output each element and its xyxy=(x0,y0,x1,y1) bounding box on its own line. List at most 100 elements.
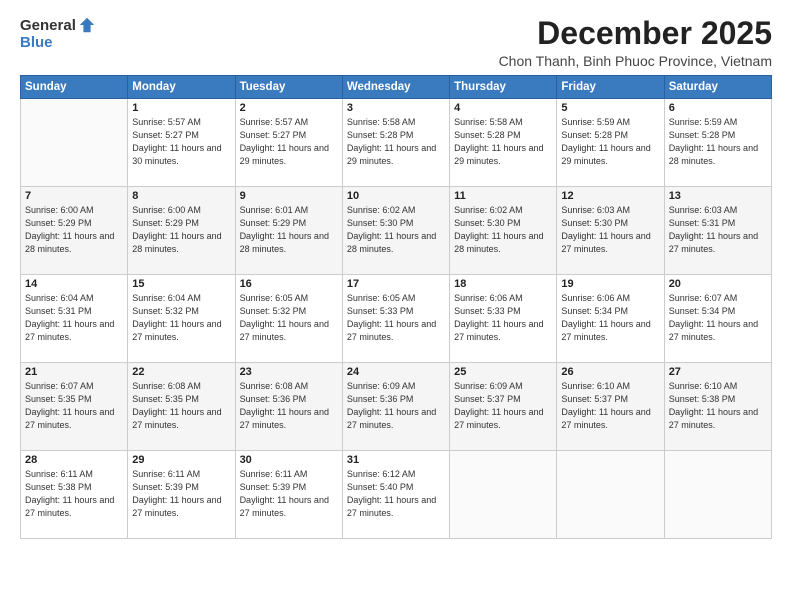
cell-3-6: 27 Sunrise: 6:10 AM Sunset: 5:38 PM Dayli… xyxy=(664,363,771,451)
day-info-9: Sunrise: 6:01 AM Sunset: 5:29 PM Dayligh… xyxy=(240,204,338,256)
cell-0-2: 2 Sunrise: 5:57 AM Sunset: 5:27 PM Daylig… xyxy=(235,99,342,187)
cell-1-5: 12Sunrise: 6:03 AM Sunset: 5:30 PM Dayli… xyxy=(557,187,664,275)
day-num-12: 12 xyxy=(561,190,659,202)
cell-2-2: 16 Sunrise: 6:05 AM Sunset: 5:32 PM Dayli… xyxy=(235,275,342,363)
cell-1-2: 9 Sunrise: 6:01 AM Sunset: 5:29 PM Daylig… xyxy=(235,187,342,275)
day-num-29: 29 xyxy=(132,454,230,466)
day-num-8: 8 xyxy=(132,190,230,202)
week-row-0: 1 Sunrise: 5:57 AM Sunset: 5:27 PM Daylig… xyxy=(21,99,772,187)
day-info-26: Sunrise: 6:10 AM Sunset: 5:37 PM Dayligh… xyxy=(561,380,659,432)
day-num-19: 19 xyxy=(561,278,659,290)
day-num-27: 27 xyxy=(669,366,767,378)
day-num-3: 3 xyxy=(347,102,445,114)
logo-icon xyxy=(78,16,96,34)
col-friday: Friday xyxy=(557,76,664,99)
calendar-header-row: Sunday Monday Tuesday Wednesday Thursday… xyxy=(21,76,772,99)
cell-2-4: 18 Sunrise: 6:06 AM Sunset: 5:33 PM Dayli… xyxy=(450,275,557,363)
day-num-13: 13 xyxy=(669,190,767,202)
cell-0-3: 3 Sunrise: 5:58 AM Sunset: 5:28 PM Daylig… xyxy=(342,99,449,187)
subtitle: Chon Thanh, Binh Phuoc Province, Vietnam xyxy=(499,53,772,69)
week-row-1: 7Sunrise: 6:00 AM Sunset: 5:29 PM Daylig… xyxy=(21,187,772,275)
logo: General Blue xyxy=(20,16,96,51)
day-info-16: Sunrise: 6:05 AM Sunset: 5:32 PM Dayligh… xyxy=(240,292,338,344)
day-num-6: 6 xyxy=(669,102,767,114)
day-num-20: 20 xyxy=(669,278,767,290)
col-saturday: Saturday xyxy=(664,76,771,99)
week-row-4: 28 Sunrise: 6:11 AM Sunset: 5:38 PM Dayli… xyxy=(21,451,772,539)
cell-3-2: 23Sunrise: 6:08 AM Sunset: 5:36 PM Dayli… xyxy=(235,363,342,451)
cell-1-4: 11Sunrise: 6:02 AM Sunset: 5:30 PM Dayli… xyxy=(450,187,557,275)
cell-0-0 xyxy=(21,99,128,187)
logo-blue: Blue xyxy=(20,34,53,51)
cell-1-3: 10 Sunrise: 6:02 AM Sunset: 5:30 PM Dayli… xyxy=(342,187,449,275)
cell-4-2: 30Sunrise: 6:11 AM Sunset: 5:39 PM Dayli… xyxy=(235,451,342,539)
day-info-28: Sunrise: 6:11 AM Sunset: 5:38 PM Dayligh… xyxy=(25,468,123,520)
day-num-9: 9 xyxy=(240,190,338,202)
day-num-25: 25 xyxy=(454,366,552,378)
cell-1-1: 8 Sunrise: 6:00 AM Sunset: 5:29 PM Daylig… xyxy=(128,187,235,275)
day-num-10: 10 xyxy=(347,190,445,202)
cell-4-0: 28 Sunrise: 6:11 AM Sunset: 5:38 PM Dayli… xyxy=(21,451,128,539)
day-info-17: Sunrise: 6:05 AM Sunset: 5:33 PM Dayligh… xyxy=(347,292,445,344)
day-info-14: Sunrise: 6:04 AM Sunset: 5:31 PM Dayligh… xyxy=(25,292,123,344)
day-info-25: Sunrise: 6:09 AM Sunset: 5:37 PM Dayligh… xyxy=(454,380,552,432)
cell-3-1: 22 Sunrise: 6:08 AM Sunset: 5:35 PM Dayli… xyxy=(128,363,235,451)
cell-2-0: 14 Sunrise: 6:04 AM Sunset: 5:31 PM Dayli… xyxy=(21,275,128,363)
day-info-24: Sunrise: 6:09 AM Sunset: 5:36 PM Dayligh… xyxy=(347,380,445,432)
cell-4-5 xyxy=(557,451,664,539)
cell-4-1: 29 Sunrise: 6:11 AM Sunset: 5:39 PM Dayli… xyxy=(128,451,235,539)
page: General Blue December 2025 Chon Thanh, B… xyxy=(0,0,792,612)
day-info-13: Sunrise: 6:03 AM Sunset: 5:31 PM Dayligh… xyxy=(669,204,767,256)
day-info-27: Sunrise: 6:10 AM Sunset: 5:38 PM Dayligh… xyxy=(669,380,767,432)
cell-0-1: 1 Sunrise: 5:57 AM Sunset: 5:27 PM Daylig… xyxy=(128,99,235,187)
day-info-29: Sunrise: 6:11 AM Sunset: 5:39 PM Dayligh… xyxy=(132,468,230,520)
cell-4-4 xyxy=(450,451,557,539)
day-info-10: Sunrise: 6:02 AM Sunset: 5:30 PM Dayligh… xyxy=(347,204,445,256)
cell-3-4: 25 Sunrise: 6:09 AM Sunset: 5:37 PM Dayli… xyxy=(450,363,557,451)
day-info-5: Sunrise: 5:59 AM Sunset: 5:28 PM Dayligh… xyxy=(561,116,659,168)
cell-4-6 xyxy=(664,451,771,539)
day-num-4: 4 xyxy=(454,102,552,114)
cell-3-3: 24 Sunrise: 6:09 AM Sunset: 5:36 PM Dayli… xyxy=(342,363,449,451)
day-info-31: Sunrise: 6:12 AM Sunset: 5:40 PM Dayligh… xyxy=(347,468,445,520)
day-num-5: 5 xyxy=(561,102,659,114)
cell-1-6: 13 Sunrise: 6:03 AM Sunset: 5:31 PM Dayli… xyxy=(664,187,771,275)
cell-2-6: 20Sunrise: 6:07 AM Sunset: 5:34 PM Dayli… xyxy=(664,275,771,363)
cell-2-5: 19 Sunrise: 6:06 AM Sunset: 5:34 PM Dayli… xyxy=(557,275,664,363)
day-num-2: 2 xyxy=(240,102,338,114)
cell-3-0: 21Sunrise: 6:07 AM Sunset: 5:35 PM Dayli… xyxy=(21,363,128,451)
cell-0-6: 6Sunrise: 5:59 AM Sunset: 5:28 PM Daylig… xyxy=(664,99,771,187)
day-num-23: 23 xyxy=(240,366,338,378)
col-sunday: Sunday xyxy=(21,76,128,99)
title-block: December 2025 Chon Thanh, Binh Phuoc Pro… xyxy=(499,16,772,69)
day-num-26: 26 xyxy=(561,366,659,378)
day-num-14: 14 xyxy=(25,278,123,290)
week-row-2: 14 Sunrise: 6:04 AM Sunset: 5:31 PM Dayli… xyxy=(21,275,772,363)
col-monday: Monday xyxy=(128,76,235,99)
day-num-18: 18 xyxy=(454,278,552,290)
day-num-28: 28 xyxy=(25,454,123,466)
cell-2-1: 15 Sunrise: 6:04 AM Sunset: 5:32 PM Dayli… xyxy=(128,275,235,363)
col-thursday: Thursday xyxy=(450,76,557,99)
day-num-30: 30 xyxy=(240,454,338,466)
day-info-2: Sunrise: 5:57 AM Sunset: 5:27 PM Dayligh… xyxy=(240,116,338,168)
cell-0-5: 5 Sunrise: 5:59 AM Sunset: 5:28 PM Daylig… xyxy=(557,99,664,187)
day-info-3: Sunrise: 5:58 AM Sunset: 5:28 PM Dayligh… xyxy=(347,116,445,168)
day-info-18: Sunrise: 6:06 AM Sunset: 5:33 PM Dayligh… xyxy=(454,292,552,344)
col-wednesday: Wednesday xyxy=(342,76,449,99)
cell-2-3: 17Sunrise: 6:05 AM Sunset: 5:33 PM Dayli… xyxy=(342,275,449,363)
cell-3-5: 26 Sunrise: 6:10 AM Sunset: 5:37 PM Dayli… xyxy=(557,363,664,451)
day-info-15: Sunrise: 6:04 AM Sunset: 5:32 PM Dayligh… xyxy=(132,292,230,344)
day-info-19: Sunrise: 6:06 AM Sunset: 5:34 PM Dayligh… xyxy=(561,292,659,344)
day-num-15: 15 xyxy=(132,278,230,290)
day-info-22: Sunrise: 6:08 AM Sunset: 5:35 PM Dayligh… xyxy=(132,380,230,432)
day-num-11: 11 xyxy=(454,190,552,202)
day-info-7: Sunrise: 6:00 AM Sunset: 5:29 PM Dayligh… xyxy=(25,204,123,256)
week-row-3: 21Sunrise: 6:07 AM Sunset: 5:35 PM Dayli… xyxy=(21,363,772,451)
day-num-24: 24 xyxy=(347,366,445,378)
day-info-1: Sunrise: 5:57 AM Sunset: 5:27 PM Dayligh… xyxy=(132,116,230,168)
day-info-8: Sunrise: 6:00 AM Sunset: 5:29 PM Dayligh… xyxy=(132,204,230,256)
day-num-22: 22 xyxy=(132,366,230,378)
day-num-16: 16 xyxy=(240,278,338,290)
day-num-1: 1 xyxy=(132,102,230,114)
